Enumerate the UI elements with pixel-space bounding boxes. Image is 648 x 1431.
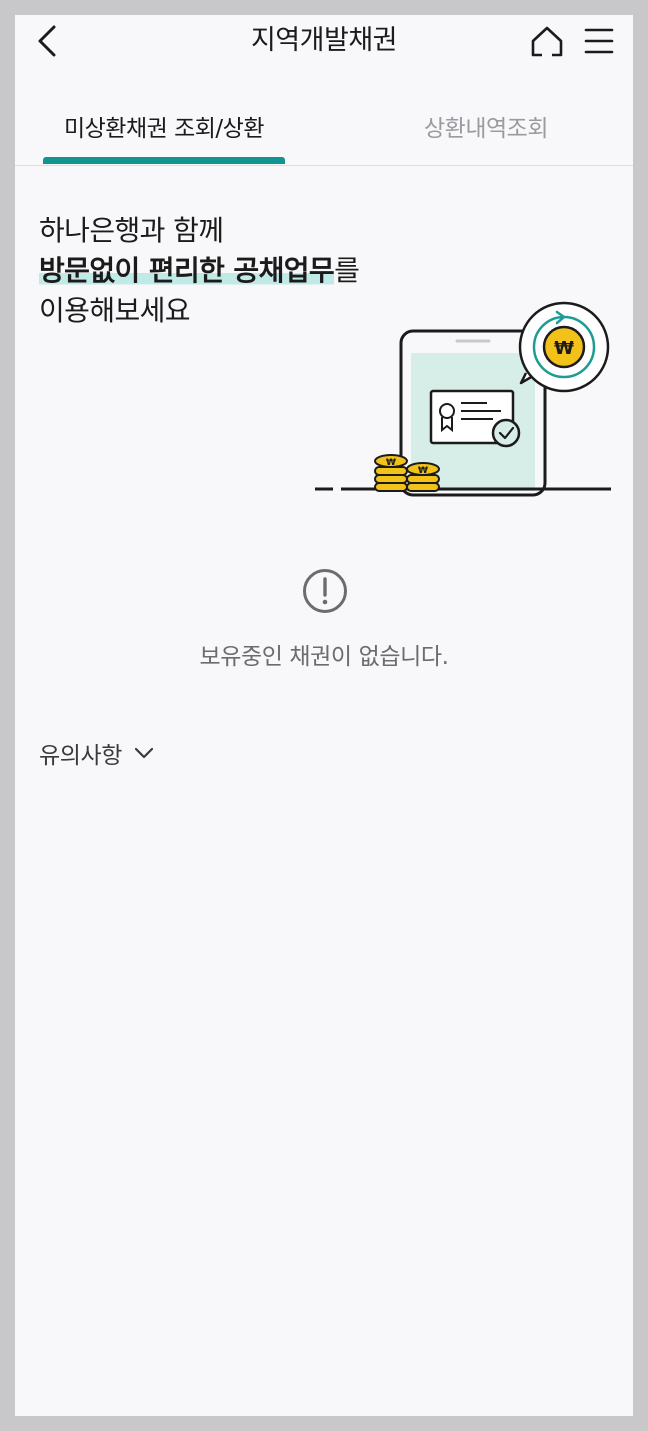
exclamation-circle-icon [301,567,349,615]
svg-text:₩: ₩ [418,466,428,476]
chevron-down-icon [134,747,154,759]
menu-button[interactable] [581,23,617,59]
svg-text:₩: ₩ [554,338,574,359]
tab-unredeemed-bonds[interactable]: 미상환채권 조회/상환 [43,111,285,159]
home-icon [531,26,563,57]
top-bar: 지역개발채권 [15,15,633,67]
intro-line-1: 하나은행과 함께 [39,214,224,247]
notice-toggle[interactable]: 유의사항 [39,735,156,771]
active-tab-indicator [43,157,285,164]
tab-redemption-history[interactable]: 상환내역조회 [355,111,617,159]
hamburger-menu-icon [584,28,614,54]
tab-bar: 미상환채권 조회/상환 상환내역조회 [15,105,633,166]
home-button[interactable] [529,23,565,59]
app-screen: 지역개발채권 미상환채권 조회/상환 상환내역조회 하나은행과 함께 방문없이 … [15,15,633,1416]
svg-text:₩: ₩ [386,458,396,468]
intro-highlight: 방문없이 편리한 공채업무 [39,254,335,287]
empty-state-message: 보유중인 채권이 없습니다. [199,644,449,670]
bond-phone-illustration: ₩ ₩ ₩ [315,301,611,497]
notice-label: 유의사항 [39,743,123,769]
